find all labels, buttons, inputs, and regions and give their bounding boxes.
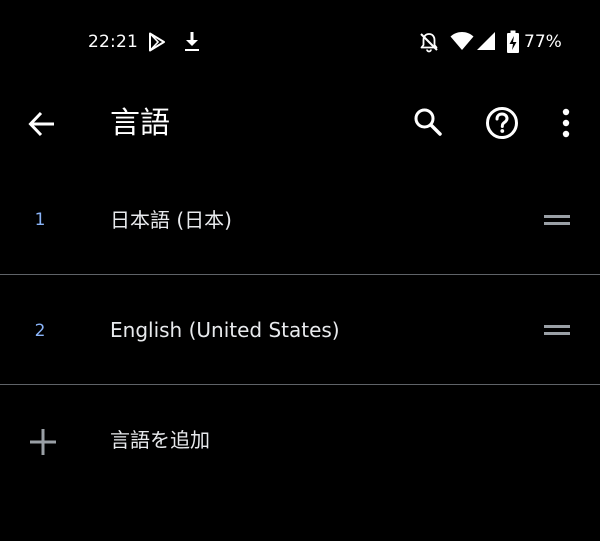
divider — [0, 384, 600, 385]
divider — [0, 274, 600, 275]
help-icon[interactable] — [484, 105, 520, 141]
language-name: 日本語 (日本) — [110, 208, 232, 232]
language-index: 2 — [34, 321, 46, 341]
language-index: 1 — [34, 210, 46, 230]
more-vert-icon[interactable] — [556, 106, 576, 140]
play-store-icon — [149, 32, 165, 52]
add-icon — [30, 429, 56, 455]
drag-handle-icon[interactable] — [542, 320, 572, 340]
drag-handle-icon[interactable] — [542, 210, 572, 230]
page-title: 言語 — [110, 106, 170, 141]
wifi-icon — [450, 32, 474, 50]
cell-signal-icon — [477, 32, 495, 50]
search-icon[interactable] — [412, 106, 444, 138]
battery-charging-icon — [507, 30, 519, 53]
status-time: 22:21 — [88, 32, 138, 52]
add-language-button[interactable] — [0, 386, 600, 496]
download-icon — [185, 32, 199, 51]
back-arrow-icon[interactable] — [26, 108, 58, 140]
add-language-label: 言語を追加 — [110, 428, 210, 452]
language-item-japanese[interactable] — [0, 166, 600, 274]
battery-percentage: 77% — [524, 32, 562, 52]
status-bar: 22:21 77% — [0, 0, 600, 84]
notifications-off-icon — [420, 33, 438, 53]
language-name: English (United States) — [110, 318, 340, 342]
